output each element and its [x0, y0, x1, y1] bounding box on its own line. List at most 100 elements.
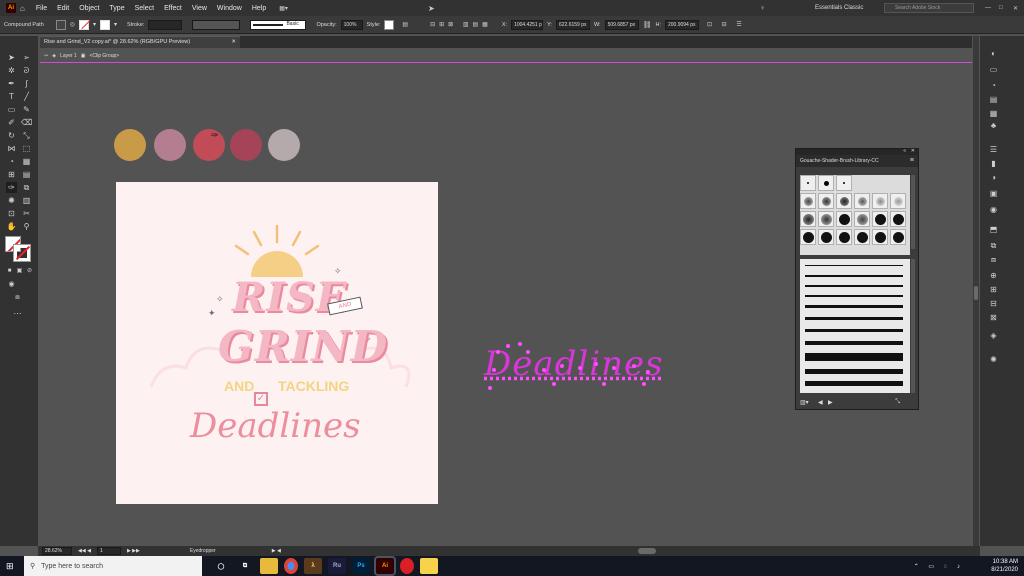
mesh-tool-icon[interactable]: ⊞: [6, 169, 17, 180]
pathfinder-panel-icon[interactable]: ⊠: [988, 312, 999, 323]
brush-stroke[interactable]: [805, 275, 903, 277]
collapse-panel-icon[interactable]: «: [903, 148, 906, 154]
graphic-styles-panel-icon[interactable]: ◉: [988, 204, 999, 215]
brush-panel-title[interactable]: Gouache-Shader-Brush-Library-CC: [796, 155, 918, 167]
graphic-style-swatch[interactable]: [384, 19, 395, 30]
libraries-panel-icon[interactable]: ▭: [988, 64, 999, 75]
curvature-tool-icon[interactable]: ∫: [21, 78, 32, 89]
shape-builder-tool-icon[interactable]: ◔: [6, 156, 17, 167]
artboard-nav-icon[interactable]: ◀◀ ◀: [78, 548, 91, 554]
stroke-weight-input[interactable]: [148, 19, 183, 30]
previous-library-icon[interactable]: ◀: [818, 399, 823, 406]
rectangle-tool-icon[interactable]: ▭: [6, 104, 17, 115]
brush-strokes-scrollbar[interactable]: [911, 259, 915, 393]
lasso-tool-icon[interactable]: ᘐ: [21, 65, 32, 76]
home-icon[interactable]: ⌂: [20, 4, 25, 13]
brush-cell[interactable]: [818, 193, 834, 209]
menu-object[interactable]: Object: [74, 5, 104, 12]
library-menu-icon[interactable]: ▥▾: [800, 399, 809, 406]
taskbar-clock[interactable]: 10:38 AM 8/21/2020: [991, 558, 1018, 574]
creative-cloud-icon[interactable]: [400, 558, 414, 574]
menu-select[interactable]: Select: [130, 5, 159, 12]
color-swatch-wine[interactable]: [230, 129, 262, 161]
brushes-panel-icon[interactable]: ✺: [988, 354, 999, 365]
width-tool-icon[interactable]: ⋈: [6, 143, 17, 154]
brush-stroke[interactable]: [805, 381, 903, 386]
artboards-panel-icon[interactable]: ⧉: [988, 240, 999, 251]
app-photoshop-icon[interactable]: Ps: [352, 558, 370, 574]
minimize-button[interactable]: —: [985, 5, 991, 11]
brush-cell[interactable]: [800, 229, 816, 245]
fill-dropdown-icon[interactable]: ▾: [93, 21, 96, 28]
shaper-tool-icon[interactable]: ✐: [6, 117, 17, 128]
zoom-tool-icon[interactable]: ⚲: [21, 221, 32, 232]
zoom-level[interactable]: 28.62%: [42, 547, 72, 555]
brush-cell[interactable]: [818, 229, 834, 245]
brush-cell[interactable]: [854, 193, 870, 209]
recolor-icon[interactable]: ◎: [70, 21, 75, 28]
menu-help[interactable]: Help: [247, 5, 271, 12]
x-input[interactable]: 1004.4251 p: [511, 19, 544, 30]
brush-cell[interactable]: [890, 193, 906, 209]
align-icon[interactable]: [55, 19, 66, 30]
close-panel-icon[interactable]: ✕: [911, 148, 915, 154]
rotate-tool-icon[interactable]: ↻: [6, 130, 17, 141]
artboard-tool-icon[interactable]: ⊡: [6, 208, 17, 219]
maximize-button[interactable]: □: [999, 5, 1003, 11]
asset-export-icon[interactable]: ⧈: [988, 254, 999, 265]
brush-cell[interactable]: [836, 193, 852, 209]
brush-cell[interactable]: [854, 229, 870, 245]
status-menu-icon[interactable]: ▶ ◀: [272, 548, 281, 554]
stroke-swatch[interactable]: [100, 19, 111, 30]
brush-cell[interactable]: [872, 193, 888, 209]
menu-view[interactable]: View: [187, 5, 212, 12]
task-view-icon[interactable]: ◯: [212, 558, 230, 574]
gradient-panel-icon[interactable]: ▮: [988, 158, 999, 169]
app-illustrator-icon[interactable]: Ai: [374, 556, 396, 576]
brush-cell[interactable]: [818, 211, 834, 227]
more-tools-icon[interactable]: ⋯: [12, 308, 23, 319]
links-panel-icon[interactable]: ⊕: [988, 270, 999, 281]
brush-cell[interactable]: [800, 193, 816, 209]
symbol-sprayer-tool-icon[interactable]: ✺: [6, 195, 17, 206]
constrain-link-icon[interactable]: ⛓: [643, 21, 652, 29]
layers-panel-icon[interactable]: ⬒: [988, 224, 999, 235]
brush-cell[interactable]: [818, 175, 834, 191]
back-arrow-icon[interactable]: ⇦: [44, 53, 48, 59]
blend-tool-icon[interactable]: ⧉: [21, 182, 32, 193]
line-tool-icon[interactable]: ╱: [21, 91, 32, 102]
breadcrumb-layer[interactable]: Layer 1: [60, 53, 77, 59]
selected-deadlines-path[interactable]: Deadlines: [484, 340, 663, 396]
free-transform-tool-icon[interactable]: ⬚: [21, 143, 32, 154]
horizontal-scrollbar[interactable]: [638, 548, 656, 554]
task-view-switch-icon[interactable]: ⧉: [236, 558, 254, 574]
color-swatch-gold[interactable]: [114, 129, 146, 161]
sticky-notes-icon[interactable]: [420, 558, 438, 574]
color-guide-icon[interactable]: ▤: [988, 94, 999, 105]
taskbar-search-input[interactable]: ⚲ Type here to search: [24, 556, 202, 576]
file-explorer-icon[interactable]: [260, 558, 278, 574]
menu-type[interactable]: Type: [104, 5, 129, 12]
eyedropper-tool-icon[interactable]: ✑: [6, 182, 17, 193]
system-tray-icons[interactable]: ⌃ ▭ ◌ ♪: [914, 563, 964, 570]
menu-file[interactable]: File: [31, 5, 52, 12]
transform-panel-icon[interactable]: ⊞: [988, 284, 999, 295]
brush-cell[interactable]: [836, 229, 852, 245]
brush-cell[interactable]: [800, 175, 816, 191]
workspace-grid-icon[interactable]: ▦▾: [279, 5, 288, 12]
y-input[interactable]: 622.6159 px: [555, 19, 590, 30]
swatches-panel-icon[interactable]: ▦: [988, 108, 999, 119]
w-input[interactable]: 509.6857 px: [604, 19, 639, 30]
transparency-panel-icon[interactable]: ◑: [988, 172, 999, 183]
brush-stroke[interactable]: [805, 305, 903, 308]
artboard[interactable]: ✧ ✧ ✦ ✧ ✦ RISE AND GRIND AND TACKLING ✓ Dea…: [116, 182, 438, 504]
resize-grip-icon[interactable]: ⤡: [895, 399, 900, 406]
selection-tool-icon[interactable]: ➤: [6, 52, 17, 63]
draw-mode-icon[interactable]: ◉: [6, 279, 17, 290]
appearance-panel-icon[interactable]: ▣: [988, 188, 999, 199]
fill-swatch[interactable]: [79, 19, 91, 30]
color-swatch-red[interactable]: [193, 129, 225, 161]
stroke-dropdown-icon[interactable]: ▾: [114, 21, 117, 28]
direct-selection-tool-icon[interactable]: ➢: [21, 52, 32, 63]
artboard-number[interactable]: 1: [96, 547, 121, 555]
